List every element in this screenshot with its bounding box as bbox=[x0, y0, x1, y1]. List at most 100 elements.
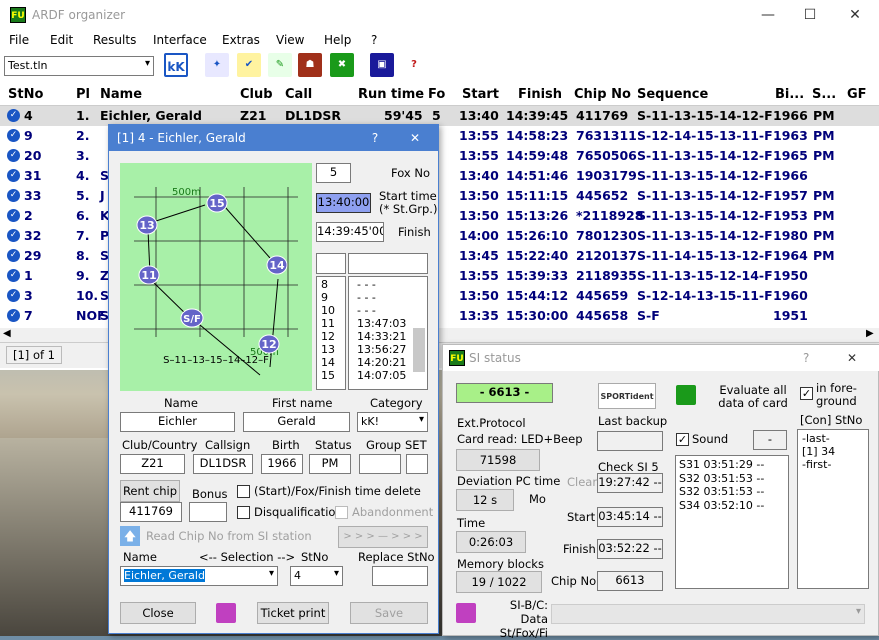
serial-number-button[interactable]: 71598 bbox=[456, 449, 540, 471]
scroll-right-icon[interactable]: ▶ bbox=[866, 328, 874, 339]
start-time-field[interactable]: 13:40:00 bbox=[316, 193, 371, 213]
col-finish[interactable]: Finish bbox=[518, 87, 562, 102]
col-start[interactable]: Start bbox=[462, 87, 499, 102]
menu-view[interactable]: View bbox=[276, 33, 304, 47]
con-stno-list[interactable]: -last- [1] 34 -first- bbox=[797, 429, 869, 589]
fox-no-field[interactable]: 5 bbox=[316, 163, 351, 183]
table-row[interactable]: ✓ 4 1. Eichler, Gerald Z21 DL1DSR 59'45 5 13:40 1… bbox=[0, 106, 879, 126]
con-list-item[interactable]: -last- bbox=[802, 432, 864, 445]
selection-name-combo[interactable]: Eichler, Gerald ▾ bbox=[120, 566, 278, 586]
maximize-button[interactable]: ☐ bbox=[790, 0, 830, 30]
col-chip[interactable]: Chip No bbox=[574, 87, 631, 102]
si-punch-item[interactable]: S31 03:51:29 -- bbox=[679, 458, 785, 472]
firstname-field[interactable]: Gerald bbox=[243, 412, 350, 432]
punch-time-item[interactable]: 13:56:27 bbox=[357, 343, 419, 356]
col-status[interactable]: S... bbox=[812, 87, 836, 102]
dialog-close-button[interactable]: ✕ bbox=[405, 125, 425, 151]
deviation-value-button[interactable]: 12 s bbox=[456, 489, 514, 511]
time-value-button[interactable]: 0:26:03 bbox=[456, 531, 526, 553]
file-combo[interactable]: Test.tln ▾ bbox=[4, 56, 154, 76]
punch-time-item[interactable]: 14:33:21 bbox=[357, 330, 419, 343]
si-punch-list[interactable]: S31 03:51:29 -- S32 03:51:53 -- S32 03:51:… bbox=[675, 455, 789, 589]
runner-radio-icon[interactable]: ✦ bbox=[205, 53, 229, 77]
category-combo[interactable]: kK! ▾ bbox=[357, 412, 428, 432]
dialog-close-btn[interactable]: Close bbox=[120, 602, 196, 624]
close-button[interactable]: ✕ bbox=[835, 0, 875, 30]
menu-edit[interactable]: Edit bbox=[50, 33, 73, 47]
sound-checkbox[interactable]: ✓ bbox=[676, 433, 689, 446]
punch-number-item[interactable]: 15 bbox=[321, 369, 341, 382]
punch-number-list[interactable]: 8 9 10 11 12 13 14 15 bbox=[316, 276, 346, 390]
transfer-button[interactable]: > > > — > > > bbox=[338, 526, 428, 548]
book-icon[interactable] bbox=[456, 603, 476, 623]
menu-question[interactable]: ? bbox=[371, 33, 377, 47]
abandonment-checkbox[interactable] bbox=[335, 506, 348, 519]
si-help-button[interactable]: ? bbox=[803, 345, 809, 371]
col-sequence[interactable]: Sequence bbox=[637, 87, 708, 102]
status-field[interactable]: PM bbox=[309, 454, 351, 474]
club-field[interactable]: Z21 bbox=[120, 454, 185, 474]
punch-time-item[interactable]: - - - bbox=[357, 278, 419, 291]
set-field[interactable] bbox=[406, 454, 428, 474]
runner-check-icon[interactable]: ✔ bbox=[237, 53, 261, 77]
si-close-button[interactable]: ✕ bbox=[847, 345, 857, 371]
kk-category-icon[interactable]: kK bbox=[164, 53, 188, 77]
punch-number-item[interactable]: 8 bbox=[321, 278, 341, 291]
save-button[interactable]: Save bbox=[350, 602, 428, 624]
disqualification-checkbox[interactable] bbox=[237, 506, 250, 519]
si-punch-item[interactable]: S32 03:51:53 -- bbox=[679, 472, 785, 486]
punch-number-item[interactable]: 9 bbox=[321, 291, 341, 304]
punch-list-scrollbar[interactable] bbox=[413, 328, 425, 372]
pen-edit-icon[interactable]: ✎ bbox=[268, 53, 292, 77]
rent-chip-button[interactable]: Rent chip bbox=[120, 480, 180, 502]
punch-time-item[interactable]: 14:07:05 bbox=[357, 369, 419, 382]
bonus-field[interactable] bbox=[189, 502, 227, 522]
finish-field[interactable]: 14:39:45'00 bbox=[316, 222, 384, 242]
team-icon[interactable]: ☗ bbox=[298, 53, 322, 77]
group-field[interactable] bbox=[359, 454, 401, 474]
menu-extras[interactable]: Extras bbox=[222, 33, 260, 47]
col-runtime[interactable]: Run time bbox=[358, 87, 424, 102]
con-list-item[interactable]: [1] 34 bbox=[802, 445, 864, 458]
punch-time-item[interactable]: - - - bbox=[357, 304, 419, 317]
col-birth[interactable]: Bi... bbox=[775, 87, 804, 102]
menu-help[interactable]: Help bbox=[324, 33, 351, 47]
ticket-print-button[interactable]: Ticket print bbox=[257, 602, 329, 624]
punch-number-item[interactable]: 13 bbox=[321, 343, 341, 356]
minimize-button[interactable]: — bbox=[748, 0, 788, 30]
chip-field[interactable]: 411769 bbox=[120, 502, 182, 522]
scroll-left-icon[interactable]: ◀ bbox=[3, 328, 11, 339]
birth-field[interactable]: 1966 bbox=[261, 454, 303, 474]
punch-number-item[interactable]: 12 bbox=[321, 330, 341, 343]
menu-interface[interactable]: Interface bbox=[153, 33, 207, 47]
sibc-combo[interactable]: ▾ bbox=[551, 604, 865, 624]
si-punch-item[interactable]: S32 03:51:53 -- bbox=[679, 485, 785, 499]
memory-value-button[interactable]: 19 / 1022 bbox=[456, 571, 542, 593]
arrow-up-icon[interactable]: 🡅 bbox=[120, 526, 140, 546]
punch-time-item[interactable]: 13:47:03 bbox=[357, 317, 419, 330]
punch-time-item[interactable]: 14:20:21 bbox=[357, 356, 419, 369]
name-field[interactable]: Eichler bbox=[120, 412, 235, 432]
selection-stno-combo[interactable]: 4 ▾ bbox=[290, 566, 343, 586]
col-call[interactable]: Call bbox=[285, 87, 312, 102]
menu-file[interactable]: File bbox=[9, 33, 29, 47]
callsign-field[interactable]: DL1DSR bbox=[193, 454, 253, 474]
col-pl[interactable]: Pl bbox=[76, 87, 90, 102]
punch-number-item[interactable]: 14 bbox=[321, 356, 341, 369]
col-gf[interactable]: GF bbox=[847, 87, 867, 102]
punch-time-item[interactable]: - - - bbox=[357, 291, 419, 304]
col-club[interactable]: Club bbox=[240, 87, 273, 102]
evaluate-card-icon[interactable] bbox=[676, 385, 696, 405]
search-question-icon[interactable]: ? bbox=[402, 53, 426, 77]
save-disk-icon[interactable]: ▣ bbox=[370, 53, 394, 77]
col-stno[interactable]: StNo bbox=[8, 87, 43, 102]
read-chip-label[interactable]: Read Chip No from SI station bbox=[146, 529, 312, 543]
con-list-item[interactable]: -first- bbox=[802, 458, 864, 471]
punch-number-item[interactable]: 11 bbox=[321, 317, 341, 330]
menu-results[interactable]: Results bbox=[93, 33, 136, 47]
book-icon[interactable] bbox=[216, 603, 236, 623]
dialog-help-button[interactable]: ? bbox=[365, 125, 385, 151]
col-name[interactable]: Name bbox=[100, 87, 142, 102]
time-delete-checkbox[interactable] bbox=[237, 485, 250, 498]
foreground-checkbox[interactable]: ✓ bbox=[800, 387, 813, 400]
